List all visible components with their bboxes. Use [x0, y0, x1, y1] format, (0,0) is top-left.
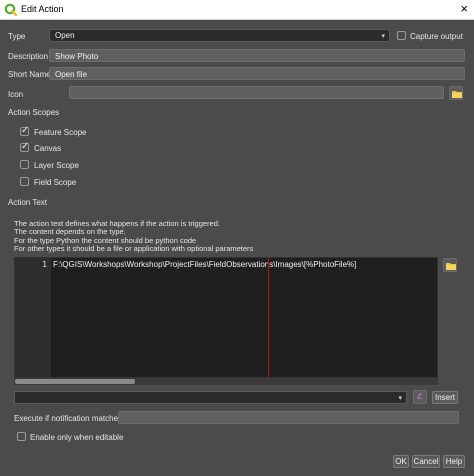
canvas-scope-label: Canvas	[34, 144, 62, 153]
enable-only-when-editable-label: Enable only when editable	[30, 433, 124, 442]
type-select[interactable]: Open ▾	[49, 29, 390, 42]
action-text-help-line: The content depends on the type.	[14, 227, 126, 236]
editor-edge-marker	[268, 258, 269, 377]
qgis-logo-icon	[4, 3, 17, 16]
action-scopes-heading: Action Scopes	[8, 108, 60, 117]
line-number-gutter: 1	[15, 258, 51, 377]
layer-scope-label: Layer Scope	[34, 161, 79, 170]
description-input[interactable]	[49, 49, 465, 62]
action-browse-button[interactable]	[443, 258, 457, 272]
icon-label: Icon	[8, 90, 24, 99]
cancel-button[interactable]: Cancel	[412, 455, 440, 468]
edit-action-dialog: Edit Action × Type Open ▾ Capture output…	[0, 0, 474, 476]
icon-path-input[interactable]	[69, 86, 444, 99]
chevron-down-icon: ▾	[398, 395, 402, 402]
title-bar: Edit Action ×	[0, 0, 474, 20]
action-text-help-line: For other types it should be a file or a…	[14, 244, 254, 253]
short-name-input[interactable]	[49, 67, 465, 80]
feature-scope-label: Feature Scope	[34, 128, 87, 137]
scrollbar-thumb[interactable]	[15, 379, 135, 384]
expression-icon[interactable]: ε	[413, 390, 427, 404]
field-scope-checkbox[interactable]	[20, 177, 29, 186]
action-code-editor[interactable]: 1 F:\QGIS\Workshops\Workshop\ProjectFile…	[14, 257, 438, 378]
notification-label: Execute if notification matches	[14, 414, 123, 423]
folder-icon	[452, 91, 462, 98]
short-name-label: Short Name	[8, 70, 51, 79]
field-select[interactable]: ▾	[14, 391, 407, 404]
layer-scope-checkbox[interactable]	[20, 160, 29, 169]
canvas-scope-checkbox[interactable]: ✓	[20, 141, 30, 152]
capture-output-checkbox[interactable]	[397, 31, 406, 40]
chevron-down-icon: ▾	[381, 33, 385, 40]
editor-horizontal-scrollbar[interactable]	[14, 378, 438, 385]
checkmark-icon: ✓	[21, 141, 30, 152]
line-number: 1	[42, 260, 47, 269]
action-code-text: F:\QGIS\Workshops\Workshop\ProjectFiles\…	[53, 260, 357, 269]
enable-only-when-editable-checkbox[interactable]	[17, 432, 26, 441]
help-button[interactable]: Help	[443, 455, 465, 468]
type-label: Type	[8, 32, 26, 41]
window-title: Edit Action	[21, 4, 64, 14]
type-select-value: Open	[55, 31, 75, 40]
checkmark-icon: ✓	[21, 125, 30, 136]
icon-browse-button[interactable]	[449, 86, 463, 100]
feature-scope-checkbox[interactable]: ✓	[20, 125, 30, 136]
folder-icon	[446, 263, 456, 270]
capture-output-label: Capture output	[410, 32, 463, 41]
close-icon[interactable]: ×	[460, 2, 468, 16]
field-scope-label: Field Scope	[34, 178, 77, 187]
notification-input[interactable]	[118, 411, 459, 424]
insert-button[interactable]: Insert	[432, 391, 458, 404]
description-label: Description	[8, 52, 49, 61]
ok-button[interactable]: OK	[393, 455, 409, 468]
action-text-heading: Action Text	[8, 198, 47, 207]
